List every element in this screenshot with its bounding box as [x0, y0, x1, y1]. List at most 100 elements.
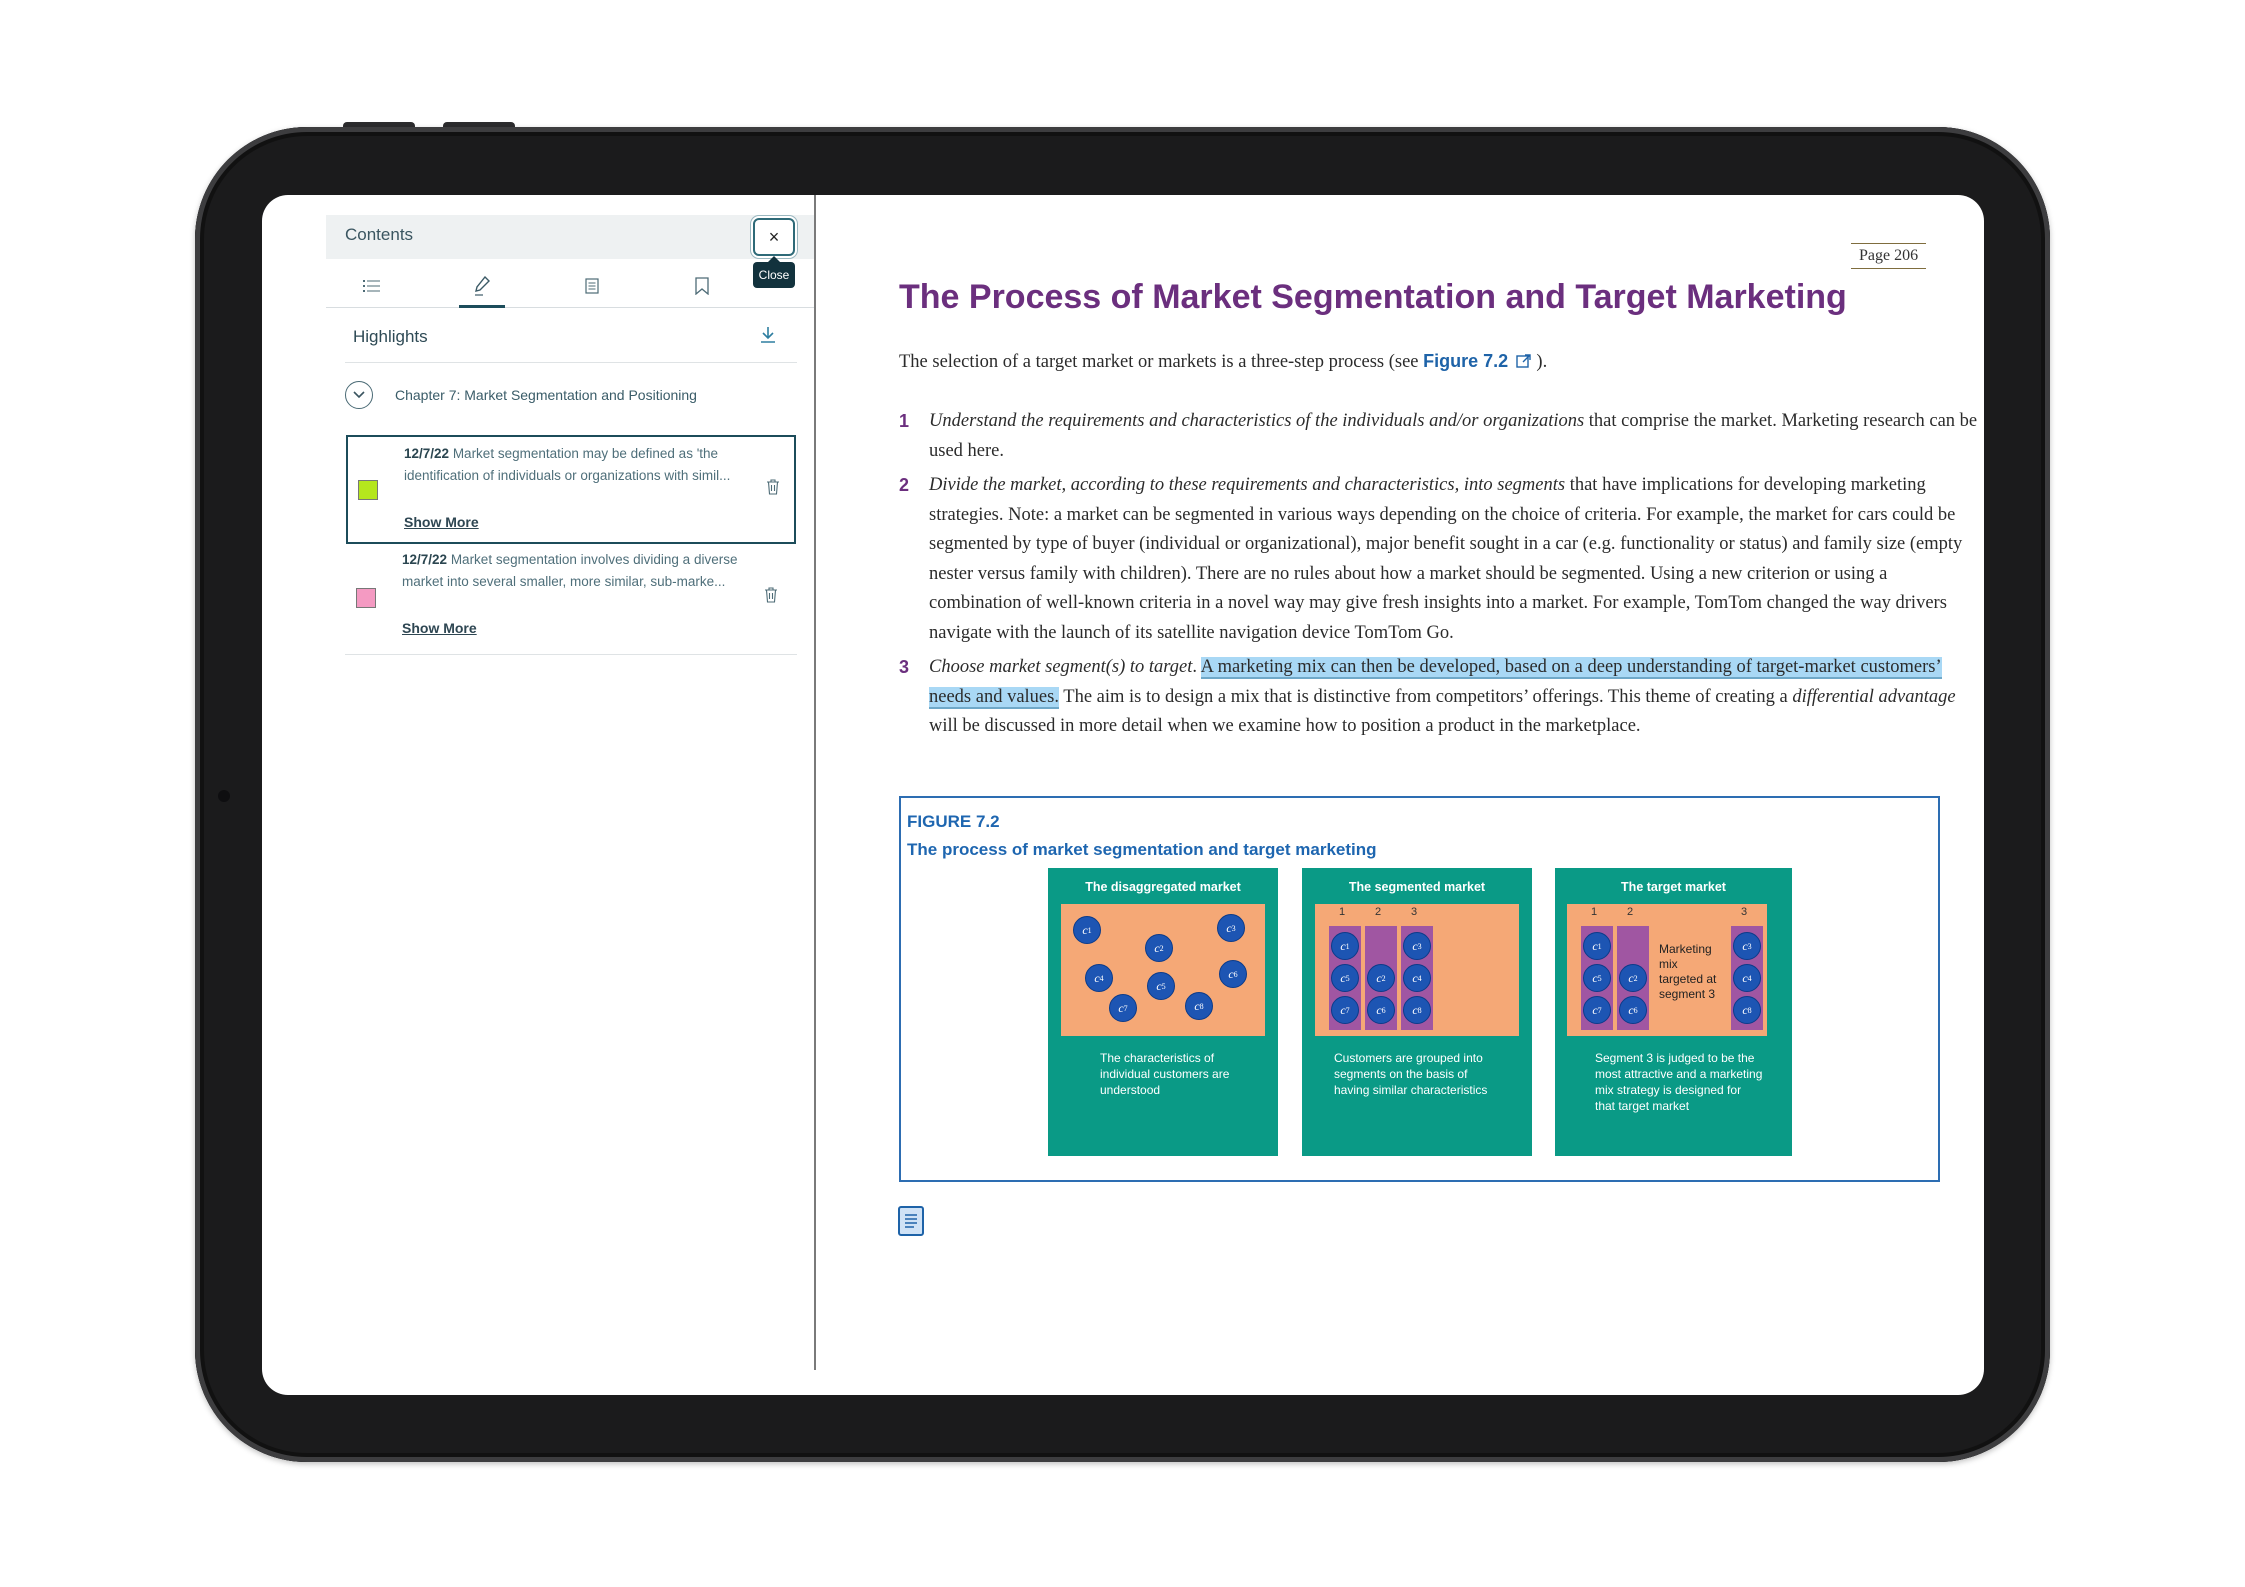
page-number: Page 206 — [1851, 243, 1927, 269]
customer-c8: c8 — [1733, 996, 1761, 1024]
document-icon[interactable] — [898, 1206, 924, 1236]
customer-c2: c2 — [1145, 934, 1173, 962]
figure-title: The process of market segmentation and t… — [907, 840, 1377, 859]
highlight-card[interactable]: 12/7/22 Market segmentation may be defin… — [346, 435, 796, 544]
customer-c5: c5 — [1331, 964, 1359, 992]
list-icon — [363, 280, 380, 292]
customer-c8: c8 — [1403, 996, 1431, 1024]
tab-notes[interactable] — [562, 265, 622, 307]
marketing-mix-label: Marketing mix targeted at segment 3 — [1659, 942, 1717, 1001]
panel-title: The disaggregated market — [1085, 880, 1241, 894]
download-icon — [761, 327, 775, 343]
customer-c1: c1 — [1583, 932, 1611, 960]
customer-c5: c5 — [1583, 964, 1611, 992]
highlight-card[interactable]: 12/7/22 Market segmentation involves div… — [346, 547, 792, 647]
segment-number: 2 — [1627, 906, 1634, 918]
panel-market-area: 1 2 3 c1 c5 c7 c2 c6 c3 c4 c8 — [1315, 904, 1519, 1036]
panel-caption: The characteristics of individual custom… — [1100, 1051, 1230, 1097]
customer-c3: c3 — [1403, 932, 1431, 960]
customer-c2: c2 — [1619, 964, 1647, 992]
trash-icon — [767, 479, 779, 495]
highlight-date: 12/7/22 — [402, 552, 448, 567]
panel-title: The target market — [1621, 880, 1726, 894]
customer-c7: c7 — [1331, 996, 1359, 1024]
panel-caption: Customers are grouped into segments on t… — [1334, 1051, 1488, 1097]
sidebar-tabs — [326, 265, 814, 308]
show-more-link[interactable]: Show More — [402, 620, 477, 636]
highlight-excerpt: Market segmentation may be defined as 't… — [404, 446, 731, 483]
segment-number: 2 — [1375, 906, 1382, 918]
figure-link[interactable]: Figure 7.2 — [1423, 351, 1508, 371]
customer-c7: c7 — [1109, 994, 1137, 1022]
intro-text: The selection of a target market or mark… — [899, 352, 1424, 372]
bookmark-icon — [695, 277, 709, 295]
segment-number: 3 — [1411, 906, 1418, 918]
customer-c4: c4 — [1733, 964, 1761, 992]
show-more-link[interactable]: Show More — [404, 514, 479, 530]
step-text: The aim is to design a mix that is disti… — [1058, 686, 1793, 707]
step-emphasis: Choose market segment(s) to target — [929, 657, 1193, 677]
highlighter-icon — [475, 276, 490, 296]
customer-c8: c8 — [1185, 992, 1213, 1020]
customer-c6: c6 — [1367, 996, 1395, 1024]
highlight-excerpt: Market segmentation involves dividing a … — [402, 552, 738, 589]
chapter-group[interactable]: Chapter 7: Market Segmentation and Posit… — [345, 380, 697, 410]
step-text: that have implications for developing ma… — [929, 475, 1963, 643]
camera — [218, 790, 230, 802]
delete-button[interactable] — [764, 587, 780, 605]
contents-sidebar: Contents × Close Highlights Chapter 7: M… — [262, 195, 816, 1370]
figure-label: FIGURE 7.2 — [907, 812, 1000, 831]
trash-icon — [765, 587, 777, 603]
delete-button[interactable] — [766, 479, 782, 497]
panel-market-area: 1 2 3 c1 c5 c7 c2 c6 c3 c4 c8 Marketing … — [1567, 904, 1767, 1036]
list-number: 3 — [899, 657, 910, 677]
step-emphasis: differential advantage — [1792, 686, 1956, 707]
download-button[interactable] — [756, 323, 780, 347]
segment-number: 1 — [1339, 906, 1346, 918]
notes-icon — [585, 278, 599, 294]
intro-text-end: ). — [1531, 352, 1548, 372]
figure-panel-segmented: The segmented market 1 2 3 c1 c5 c7 c2 c… — [1302, 868, 1532, 1156]
customer-c7: c7 — [1583, 996, 1611, 1024]
customer-c3: c3 — [1217, 914, 1245, 942]
highlight-text: 12/7/22 Market segmentation involves div… — [402, 549, 742, 593]
step-text: . — [1192, 657, 1201, 677]
steps-list: 1 Understand the requirements and charac… — [899, 407, 1979, 747]
customer-c6: c6 — [1619, 996, 1647, 1024]
divider — [345, 654, 797, 655]
list-item: 3 Choose market segment(s) to target. A … — [899, 653, 1979, 742]
step-emphasis: Understand the requirements and characte… — [929, 411, 1585, 431]
step-emphasis: Divide the market, according to these re… — [929, 475, 1566, 495]
customer-c5: c5 — [1147, 972, 1175, 1000]
external-link-icon[interactable] — [1516, 353, 1532, 369]
segment-number: 3 — [1741, 906, 1748, 918]
divider — [345, 362, 797, 363]
list-item: 2 Divide the market, according to these … — [899, 471, 1979, 648]
intro-paragraph: The selection of a target market or mark… — [899, 351, 1547, 373]
customer-c4: c4 — [1085, 964, 1113, 992]
sidebar-title: Contents — [345, 225, 414, 244]
tab-bookmarks[interactable] — [672, 265, 732, 307]
highlight-color-swatch — [358, 480, 378, 500]
highlight-date: 12/7/22 — [404, 446, 450, 461]
highlight-color-swatch — [356, 588, 376, 608]
customer-c3: c3 — [1733, 932, 1761, 960]
list-number: 1 — [899, 411, 910, 431]
close-button[interactable]: × — [753, 218, 795, 256]
segment-number: 1 — [1591, 906, 1598, 918]
figure-panel-disaggregated: The disaggregated market c1 c2 c3 c4 c5 … — [1048, 868, 1278, 1156]
chevron-down-icon[interactable] — [345, 381, 373, 409]
customer-c6: c6 — [1219, 960, 1247, 988]
figure-box: FIGURE 7.2 The process of market segment… — [899, 796, 1940, 1182]
tab-contents[interactable] — [342, 265, 402, 307]
list-item: 1 Understand the requirements and charac… — [899, 407, 1979, 466]
highlights-heading: Highlights — [353, 327, 428, 346]
step-text: will be discussed in more detail when we… — [929, 716, 1641, 736]
chapter-title: Chapter 7: Market Segmentation and Posit… — [395, 387, 697, 403]
customer-c2: c2 — [1367, 964, 1395, 992]
customer-c1: c1 — [1331, 932, 1359, 960]
screen: Contents × Close Highlights Chapter 7: M… — [262, 195, 1984, 1395]
panel-title: The segmented market — [1348, 880, 1486, 894]
tab-highlights[interactable] — [452, 265, 512, 308]
panel-market-area: c1 c2 c3 c4 c5 c6 c7 c8 — [1061, 904, 1265, 1036]
